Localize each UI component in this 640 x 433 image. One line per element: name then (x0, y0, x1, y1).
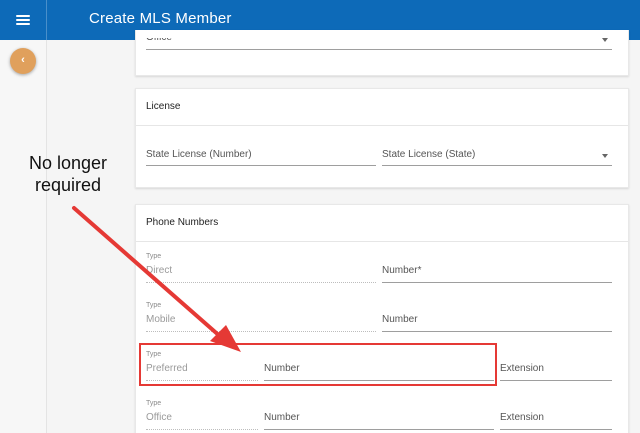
annotation-line-2: required (34, 175, 102, 195)
office-select-label: Office (146, 32, 172, 43)
input-underline (264, 429, 494, 430)
input-underline (500, 380, 612, 381)
input-underline (382, 331, 612, 332)
state-license-state-placeholder: State License (State) (382, 149, 476, 160)
phone-extension-input[interactable]: Extension (500, 400, 612, 430)
type-value: Office (146, 412, 172, 423)
chevron-down-icon (602, 38, 608, 42)
phone-extension-input[interactable]: Extension (500, 351, 612, 381)
input-underline (382, 282, 612, 283)
extension-placeholder: Extension (500, 412, 544, 423)
annotation-highlight-box (139, 343, 497, 386)
input-underline (146, 282, 376, 283)
phone-number-input[interactable]: Number (264, 400, 494, 430)
type-value: Direct (146, 265, 173, 276)
input-underline (500, 429, 612, 430)
select-underline (382, 165, 612, 166)
chevron-down-icon (602, 154, 608, 158)
number-placeholder: Number (264, 412, 300, 423)
chevron-left-icon: ‹ (21, 54, 25, 66)
phone-numbers-header: Phone Numbers (136, 205, 628, 242)
phone-number-input[interactable]: Number (382, 302, 612, 332)
topbar-divider (46, 0, 47, 40)
type-label: Type (146, 253, 162, 260)
phone-number-input[interactable]: Number* (382, 253, 612, 283)
state-license-number-input[interactable]: State License (Number) (146, 147, 376, 166)
sidebar: ‹ (0, 40, 47, 433)
office-select-underline (146, 49, 612, 50)
office-select[interactable]: Office (146, 30, 612, 50)
input-underline (146, 165, 376, 166)
type-label: Type (146, 400, 162, 407)
license-header: License (136, 89, 628, 126)
hamburger-icon[interactable] (0, 0, 46, 40)
state-license-number-placeholder: State License (Number) (146, 149, 252, 160)
number-placeholder: Number* (382, 265, 422, 276)
type-label: Type (146, 302, 162, 309)
input-underline (146, 429, 258, 430)
annotation-line-1: No longer (28, 153, 108, 173)
back-button[interactable]: ‹ (10, 48, 36, 74)
annotation-text: No longer required (18, 152, 118, 196)
phone-type-select[interactable]: Type Mobile (146, 302, 376, 332)
state-license-state-select[interactable]: State License (State) (382, 147, 612, 166)
phone-type-select[interactable]: Type Direct (146, 253, 376, 283)
extension-placeholder: Extension (500, 363, 544, 374)
page-title: Create MLS Member (89, 10, 232, 27)
input-underline (146, 331, 376, 332)
license-card: License State License (Number) State Lic… (135, 88, 629, 188)
phone-type-select[interactable]: Type Office (146, 400, 258, 430)
app-window: Create MLS Member ‹ Office License State… (0, 0, 640, 433)
type-value: Mobile (146, 314, 176, 325)
phone-numbers-card: Phone Numbers Type Direct Number* Type M… (135, 204, 629, 433)
number-placeholder: Number (382, 314, 418, 325)
office-card: Office (135, 30, 629, 76)
